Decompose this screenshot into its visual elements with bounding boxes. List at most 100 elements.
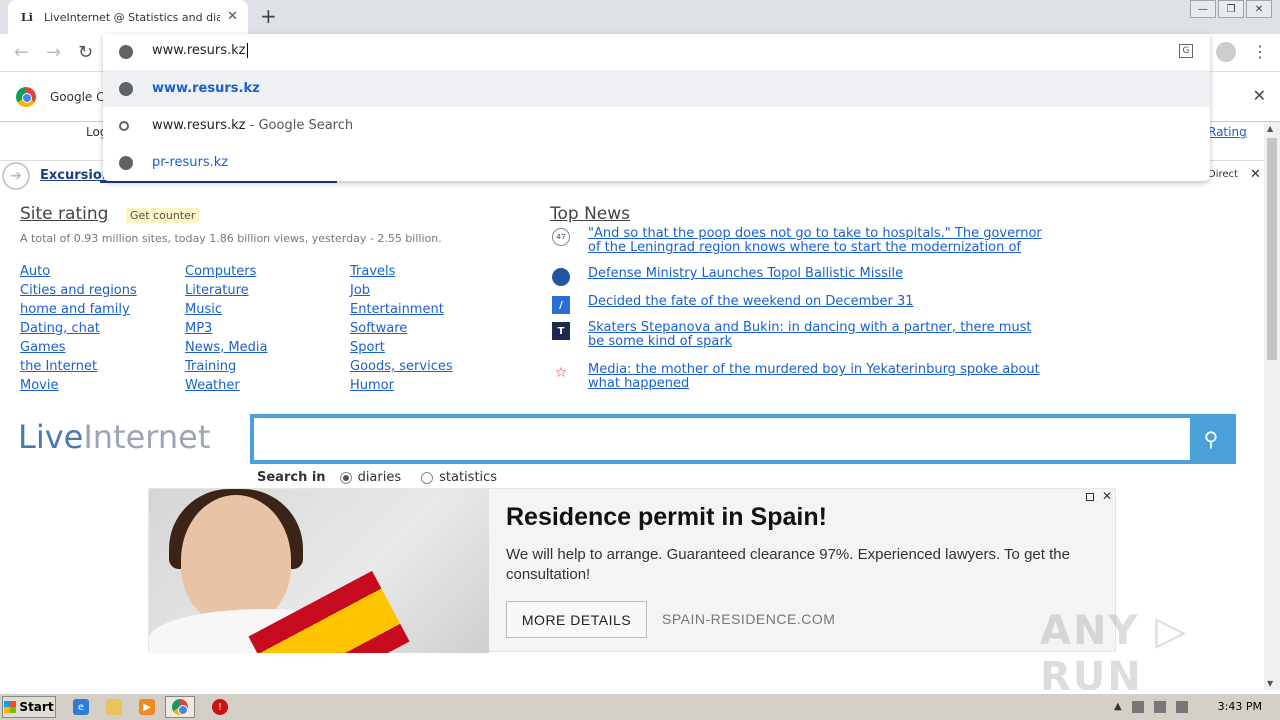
direct-label[interactable]: Direct	[1208, 169, 1238, 180]
category-link[interactable]: Goods, services	[350, 357, 453, 376]
category-column: Auto Cities and regions home and family …	[20, 262, 137, 395]
omnibox-input-row[interactable]: www.resurs.kz G	[103, 34, 1210, 70]
liveinternet-logo[interactable]: LiveInternet	[18, 418, 210, 456]
profile-icon[interactable]	[1216, 42, 1236, 62]
tab-title: LiveInternet @ Statistics and diaries	[44, 10, 220, 24]
news-link[interactable]: Media: the mother of the murdered boy in…	[588, 363, 1042, 391]
category-link[interactable]: Humor	[350, 376, 453, 395]
category-link[interactable]: Dating, chat	[20, 319, 137, 338]
category-link[interactable]: home and family	[20, 300, 137, 319]
ad-bar-close-icon[interactable]: ✕	[1250, 167, 1261, 182]
network-icon[interactable]	[1131, 701, 1144, 713]
translate-icon[interactable]: G	[1179, 44, 1193, 58]
clock[interactable]: 3:43 PM	[1218, 700, 1262, 713]
close-tab-icon[interactable]: ✕	[227, 9, 238, 24]
chrome-taskbar-button[interactable]	[165, 696, 195, 718]
browser-tab[interactable]: Li LiveInternet @ Statistics and diaries…	[8, 0, 248, 34]
category-link[interactable]: Games	[20, 338, 137, 357]
scroll-down-icon[interactable]: ▼	[1267, 679, 1273, 688]
category-link[interactable]: the Internet	[20, 357, 137, 376]
reload-icon[interactable]: ↻	[78, 42, 93, 63]
ad-domain[interactable]: SPAIN-RESIDENCE.COM	[662, 611, 835, 627]
advertisement[interactable]: Residence permit in Spain! We will help …	[148, 488, 1116, 653]
stop-icon[interactable]: !	[212, 699, 228, 715]
back-icon[interactable]: ←	[14, 42, 29, 63]
chrome-logo-icon	[16, 86, 36, 107]
infobar-text: Google Cl	[50, 89, 108, 104]
omnibox-dropdown: www.resurs.kz G www.resurs.kz www.resurs…	[103, 34, 1210, 181]
news-item[interactable]: 47 "And so that the poop does not go to …	[552, 227, 1042, 255]
close-window-icon[interactable]: ✕	[1246, 0, 1272, 18]
search-icon	[119, 120, 129, 131]
category-link[interactable]: Training	[185, 357, 267, 376]
radio-statistics[interactable]	[421, 471, 434, 484]
windows-logo-icon	[4, 701, 17, 713]
omnibox-suggestion[interactable]: www.resurs.kz - Google Search	[103, 107, 1210, 144]
volume-icon[interactable]	[1153, 701, 1166, 713]
news-item[interactable]: Defense Ministry Launches Topol Ballisti…	[552, 267, 1042, 286]
infobar-close-icon[interactable]: ✕	[1253, 86, 1266, 105]
menu-icon[interactable]: ⋮	[1252, 42, 1268, 61]
minimize-icon[interactable]: —	[1190, 0, 1216, 18]
category-link[interactable]: Music	[185, 300, 267, 319]
ad-bar-underline	[100, 181, 337, 183]
ad-image[interactable]	[149, 489, 489, 653]
media-player-icon[interactable]: ▶	[139, 699, 155, 715]
news-source-icon: T	[552, 322, 570, 340]
news-link[interactable]: "And so that the poop does not go to tak…	[588, 227, 1042, 255]
ad-arrow-icon[interactable]: ➔	[2, 161, 30, 190]
category-link[interactable]: Literature	[185, 281, 267, 300]
news-item[interactable]: T Skaters Stepanova and Bukin: in dancin…	[552, 321, 1042, 349]
news-source-icon: /	[552, 296, 570, 314]
scroll-thumb[interactable]	[1267, 138, 1277, 360]
search-scope: Search in diaries statistics	[257, 470, 517, 485]
windows-taskbar: Start e ▶ ! ▲ 3:43 PM	[0, 693, 1280, 720]
radio-diaries[interactable]	[339, 471, 352, 484]
address-input[interactable]: www.resurs.kz	[152, 43, 248, 58]
category-link[interactable]: Job	[350, 281, 453, 300]
folder-icon[interactable]	[106, 699, 122, 715]
category-link[interactable]: Cities and regions	[20, 281, 137, 300]
rating-link[interactable]: Rating	[1208, 125, 1247, 139]
category-link[interactable]: Movie	[20, 376, 137, 395]
anyrun-watermark: ANY ▷ RUN	[1040, 608, 1189, 690]
news-link[interactable]: Defense Ministry Launches Topol Ballisti…	[588, 267, 903, 286]
system-tray: ▲ 3:43 PM	[1104, 696, 1280, 718]
category-link[interactable]: Computers	[185, 262, 267, 281]
flag-icon[interactable]	[1175, 701, 1188, 713]
globe-icon	[119, 81, 133, 96]
ad-title[interactable]: Residence permit in Spain!	[506, 503, 827, 532]
category-link[interactable]: Weather	[185, 376, 267, 395]
news-link[interactable]: Decided the fate of the weekend on Decem…	[588, 295, 914, 314]
category-link[interactable]: Auto	[20, 262, 137, 281]
new-tab-icon[interactable]: +	[260, 4, 277, 28]
category-link[interactable]: Sport	[350, 338, 453, 357]
ad-close-icon[interactable]: ✕	[1102, 489, 1112, 503]
news-item[interactable]: / Decided the fate of the weekend on Dec…	[552, 295, 1042, 314]
ad-info-icon[interactable]	[1086, 493, 1094, 501]
tray-expand-icon[interactable]: ▲	[1114, 701, 1122, 713]
search-input[interactable]	[254, 418, 1190, 460]
forward-icon[interactable]: →	[46, 42, 61, 63]
restore-icon[interactable]: ❐	[1218, 0, 1244, 18]
start-button[interactable]: Start	[2, 696, 56, 718]
category-link[interactable]: MP3	[185, 319, 267, 338]
search-button[interactable]: ⚲	[1190, 418, 1232, 460]
web-page: Log Rating ➔ Excursion Direct ✕ Site rat…	[0, 122, 1264, 690]
top-news-heading[interactable]: Top News	[550, 204, 630, 224]
news-link[interactable]: Skaters Stepanova and Bukin: in dancing …	[588, 321, 1042, 349]
site-rating-heading[interactable]: Site rating	[20, 204, 108, 224]
ie-icon[interactable]: e	[73, 699, 89, 715]
scroll-up-icon[interactable]: ▲	[1267, 124, 1273, 133]
page-scrollbar[interactable]: ▲ ▼	[1264, 122, 1280, 690]
category-link[interactable]: Travels	[350, 262, 453, 281]
omnibox-suggestion[interactable]: pr-resurs.kz	[103, 144, 1210, 181]
omnibox-suggestion[interactable]: www.resurs.kz	[103, 70, 1210, 107]
get-counter-badge[interactable]: Get counter	[126, 208, 200, 223]
news-item[interactable]: ☆ Media: the mother of the murdered boy …	[552, 363, 1042, 391]
category-link[interactable]: Entertainment	[350, 300, 453, 319]
category-link[interactable]: News, Media	[185, 338, 267, 357]
search-box: ⚲	[250, 414, 1236, 464]
more-details-button[interactable]: MORE DETAILS	[506, 601, 647, 638]
category-link[interactable]: Software	[350, 319, 453, 338]
